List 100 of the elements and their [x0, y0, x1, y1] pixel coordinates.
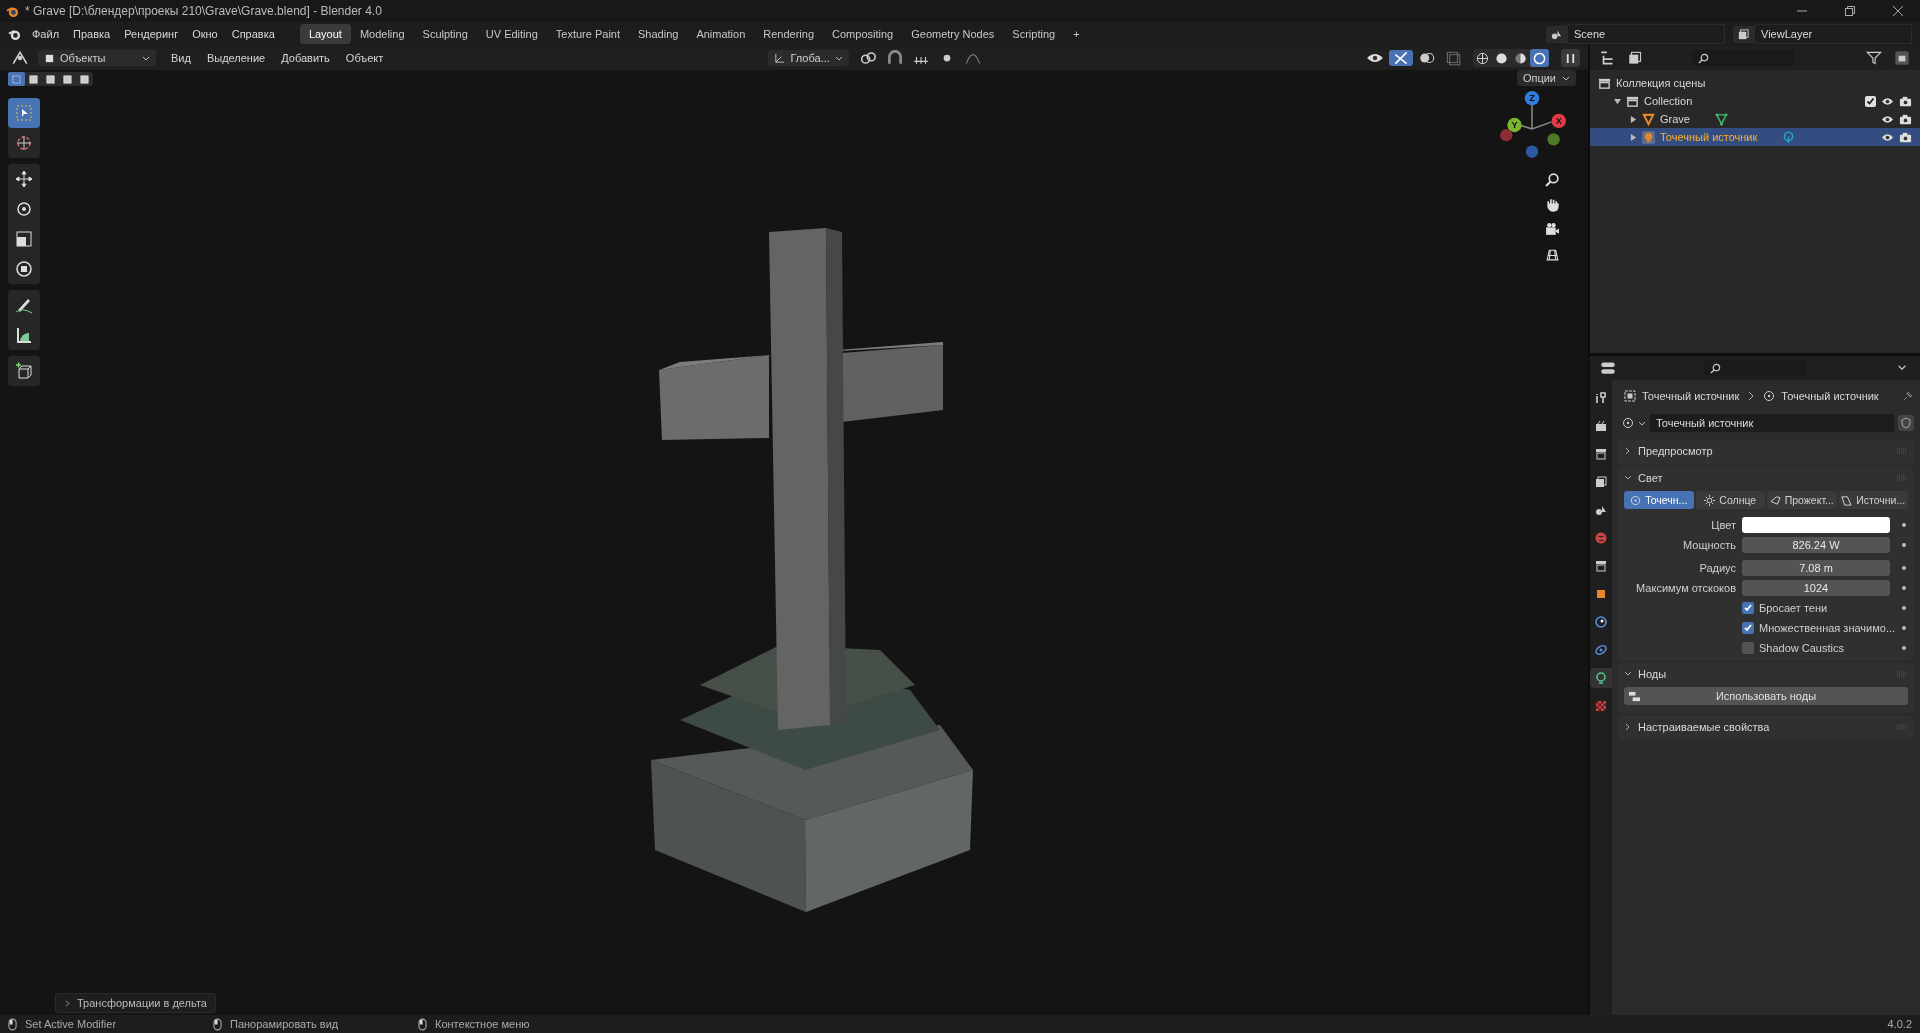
light-data-tab[interactable] — [1590, 668, 1612, 688]
close-icon[interactable] — [1892, 5, 1904, 17]
axis-handle[interactable]: Z — [1524, 91, 1540, 106]
search-field[interactable] — [1704, 360, 1806, 376]
keyframe-dot-icon[interactable] — [1902, 645, 1906, 650]
scene-icon[interactable] — [1546, 25, 1567, 43]
outliner-row[interactable]: Grave — [1590, 110, 1920, 128]
property-label: Радиус — [1698, 561, 1736, 574]
panel-header[interactable]: Свет — [1618, 467, 1669, 489]
app-logo-icon[interactable] — [8, 27, 21, 41]
keyframe-dot-icon[interactable] — [1902, 522, 1906, 527]
rendered-shading-button[interactable] — [1530, 49, 1549, 67]
outliner-label: Точечный источник — [1660, 131, 1758, 143]
outliner-row[interactable]: Коллекция сцены — [1590, 74, 1920, 92]
options-dropdown[interactable]: Опции — [1516, 70, 1576, 86]
mode-dropdown[interactable]: Объекты — [38, 50, 156, 66]
panel-header[interactable]: Ноды — [1618, 663, 1673, 685]
camera-icon[interactable] — [1899, 130, 1912, 144]
caret-icon — [142, 54, 150, 62]
keyframe-dot-icon[interactable] — [1902, 625, 1906, 630]
workspace-tab[interactable]: Texture Paint — [546, 24, 629, 44]
number-field[interactable]: 826.24 W — [1742, 536, 1890, 553]
workspace-tab[interactable]: Modeling — [350, 24, 414, 44]
menu-item[interactable]: Рендеринг — [117, 25, 186, 43]
checkbox[interactable] — [1865, 95, 1876, 107]
workspace-tab[interactable]: Geometry Nodes — [902, 24, 1004, 44]
pin-icon[interactable] — [1902, 390, 1914, 402]
light-type-button[interactable]: Прожект... — [1767, 491, 1837, 509]
spot-light-icon — [1769, 494, 1781, 506]
axis-handle[interactable]: Y — [1507, 117, 1522, 133]
menu-item[interactable]: Выделение — [199, 49, 273, 67]
workspace-tab[interactable]: Shading — [629, 24, 688, 44]
chevron-right-icon — [1624, 723, 1632, 731]
checkbox[interactable] — [1742, 641, 1754, 654]
workspace-tab[interactable]: Rendering — [754, 24, 824, 44]
workspace-tab[interactable]: Scripting — [1003, 24, 1065, 44]
pause-button[interactable] — [1561, 49, 1580, 67]
cursor-icon — [14, 133, 34, 153]
zoom-icon[interactable] — [1544, 172, 1560, 187]
menu-item[interactable]: Справка — [224, 25, 282, 43]
checkbox-label: Shadow Caustics — [1759, 641, 1844, 654]
workspace-tab[interactable]: Compositing — [823, 24, 903, 44]
camera-icon[interactable] — [1899, 94, 1912, 108]
color-swatch[interactable] — [1742, 516, 1890, 533]
keyframe-dot-icon[interactable] — [1902, 605, 1906, 610]
menu-item[interactable]: Объект — [338, 49, 391, 67]
expand-arrow-icon[interactable] — [1630, 115, 1637, 123]
orientation-dropdown[interactable]: Глоба... — [768, 50, 849, 66]
restore-icon[interactable] — [1844, 5, 1856, 17]
workspace-tab[interactable]: + — [1064, 24, 1089, 44]
transform-icon — [14, 259, 34, 279]
view-layer-icon[interactable] — [1733, 25, 1754, 43]
object-mode-icon — [44, 52, 55, 64]
axis-handle[interactable] — [1500, 129, 1513, 142]
menu-item[interactable]: Вид — [164, 49, 198, 67]
view-layer-name-field[interactable]: ViewLayer — [1754, 24, 1912, 44]
checkbox[interactable] — [1742, 621, 1754, 634]
axis-handle[interactable]: X — [1551, 113, 1566, 129]
keyframe-dot-icon[interactable] — [1902, 542, 1906, 547]
number-field[interactable]: 7.08 m — [1742, 559, 1890, 576]
axis-handle[interactable] — [1547, 133, 1560, 146]
search-field[interactable] — [1692, 50, 1794, 66]
light-data-icon — [1594, 671, 1608, 685]
collapse-arrow-icon[interactable] — [1614, 97, 1621, 105]
menu-item[interactable]: Правка — [66, 25, 118, 43]
menu-item[interactable]: Файл — [25, 25, 67, 43]
keyframe-dot-icon[interactable] — [1902, 585, 1906, 590]
workspace-tab[interactable]: UV Editing — [476, 24, 547, 44]
outliner-row[interactable]: Точечный источник — [1590, 128, 1920, 146]
hand-icon[interactable] — [1544, 197, 1560, 212]
keyframe-dot-icon[interactable] — [1902, 565, 1906, 570]
light-type-button[interactable]: Солнце — [1695, 491, 1765, 509]
datablock-name-field[interactable]: Точечный источник — [1650, 414, 1894, 432]
camera-icon[interactable] — [1899, 112, 1912, 126]
light-data-icon[interactable] — [1622, 417, 1634, 429]
gizmo-toggle-icon[interactable] — [1389, 50, 1413, 66]
workspace-tab[interactable]: Sculpting — [413, 24, 477, 44]
menu-item[interactable]: Окно — [185, 25, 225, 43]
status-hint: Панорамировать вид — [230, 1018, 339, 1030]
light-type-button[interactable]: Источни... — [1838, 491, 1908, 509]
shield-icon[interactable] — [1898, 415, 1914, 431]
use-nodes-button[interactable]: Использовать ноды — [1624, 687, 1908, 705]
number-field[interactable]: 1024 — [1742, 579, 1890, 596]
checkbox[interactable] — [1742, 601, 1754, 614]
constraints-icon — [1594, 643, 1608, 657]
grid-icon[interactable] — [1544, 247, 1560, 262]
menu-item[interactable]: Добавить — [274, 49, 337, 67]
expand-arrow-icon[interactable] — [1630, 133, 1637, 141]
sphere-icon — [1514, 51, 1527, 65]
workspace-tab[interactable]: Layout — [299, 24, 351, 44]
last-operator-panel[interactable]: Трансформации в дельта — [55, 993, 216, 1013]
scene-name-field[interactable]: Scene — [1567, 24, 1725, 44]
light-data-icon — [1763, 390, 1776, 402]
workspace-tab[interactable]: Animation — [687, 24, 755, 44]
outliner-row[interactable]: Collection — [1590, 92, 1920, 110]
light-type-button[interactable]: Точечн... — [1624, 491, 1694, 509]
axis-handle[interactable] — [1525, 145, 1539, 158]
chevron-down-icon — [1624, 670, 1632, 678]
camera-icon[interactable] — [1544, 222, 1560, 237]
axes-icon — [774, 52, 786, 64]
